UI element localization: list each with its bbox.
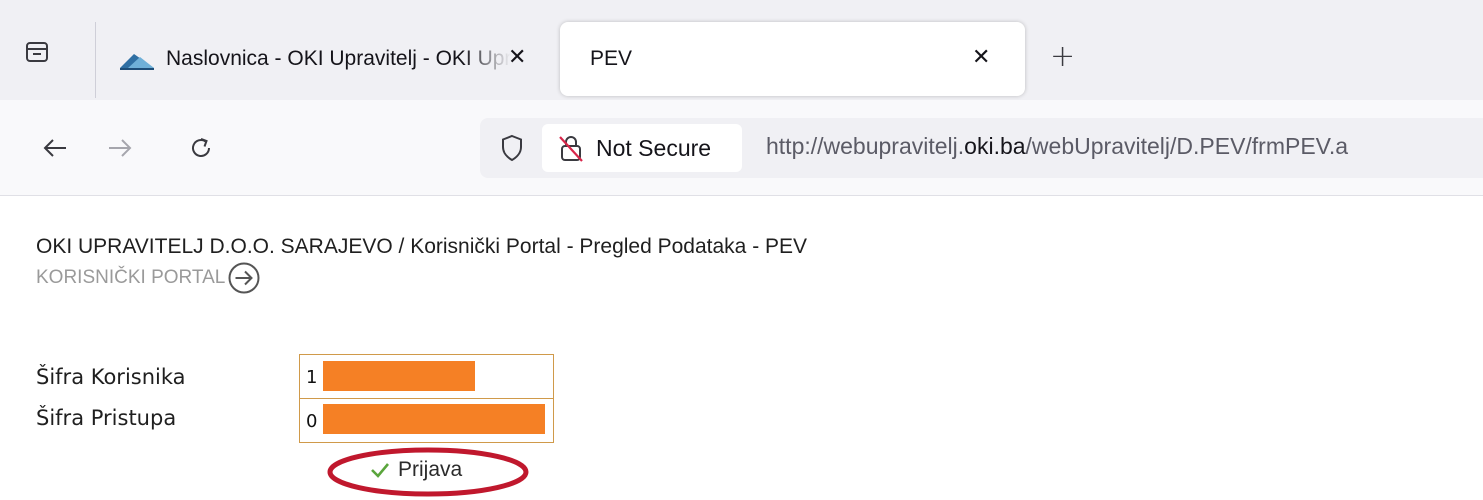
redaction-block [323, 404, 545, 434]
not-secure-label: Not Secure [596, 134, 712, 161]
arrow-left-icon [43, 139, 66, 157]
navigation-bar: Not Secure http://webupravitelj.oki.ba/w… [0, 100, 1483, 196]
portal-link-label: KORISNIČKI PORTAL [36, 267, 226, 288]
back-button[interactable] [35, 128, 75, 168]
oki-favicon-icon [120, 54, 154, 70]
url-path: /webUpravitelj/D.PEV/frmPEV.a [1025, 133, 1349, 159]
tab-title: Naslovnica - OKI Upravitelj - OKI Upravi… [166, 47, 511, 70]
tab-title: PEV [590, 47, 633, 70]
tab-strip: Naslovnica - OKI Upravitelj - OKI Upravi… [0, 0, 1483, 100]
tab-close-icon[interactable]: ✕ [508, 44, 526, 72]
tab-overview-icon[interactable] [24, 40, 50, 64]
site-security-indicator[interactable]: Not Secure [542, 124, 742, 172]
login-form [299, 354, 554, 443]
field-separator [300, 398, 553, 399]
access-code-label: Šifra Pristupa [36, 406, 177, 430]
reload-button[interactable] [181, 128, 221, 168]
circle-arrow-right-icon [228, 262, 260, 294]
new-tab-button[interactable]: + [1050, 42, 1075, 72]
tab-naslovnica[interactable]: Naslovnica - OKI Upravitelj - OKI Upravi… [112, 22, 548, 96]
arrow-right-icon [109, 139, 132, 157]
reload-icon [192, 138, 210, 157]
tab-pev[interactable]: PEV ✕ [560, 22, 1025, 96]
tab-close-icon[interactable]: ✕ [972, 44, 990, 72]
url-prefix: http://webupravitelj. [766, 133, 965, 159]
forward-button[interactable] [100, 128, 140, 168]
portal-link[interactable]: KORISNIČKI PORTAL [36, 256, 261, 300]
redaction-block [323, 361, 475, 391]
insecure-lock-icon [559, 136, 583, 162]
shield-icon[interactable] [500, 134, 524, 162]
annotation-ellipse [327, 447, 529, 497]
url-text[interactable]: http://webupravitelj.oki.ba/webUpravitel… [766, 133, 1348, 160]
user-code-label: Šifra Korisnika [36, 365, 186, 389]
url-host: oki.ba [964, 133, 1026, 159]
tab-divider [95, 22, 96, 98]
page-content: OKI UPRAVITELJ D.O.O. SARAJEVO / Korisni… [0, 197, 1483, 500]
address-bar[interactable]: Not Secure http://webupravitelj.oki.ba/w… [480, 118, 1483, 178]
